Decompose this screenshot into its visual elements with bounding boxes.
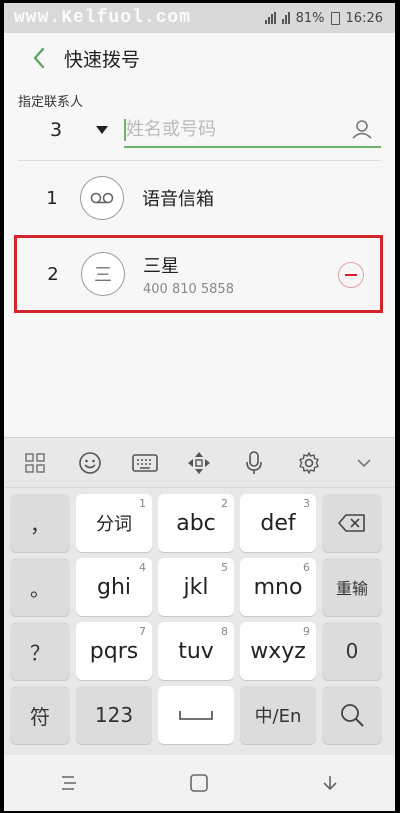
key-8[interactable]: tuv 8 [158, 622, 234, 680]
backspace-key[interactable] [322, 494, 382, 552]
selected-number: 3 [50, 119, 63, 141]
home-icon[interactable] [179, 763, 219, 803]
battery-icon [330, 11, 340, 25]
search-key[interactable] [322, 686, 382, 744]
numbers-key[interactable]: 123 [76, 686, 152, 744]
key-period[interactable]: 。 [10, 558, 70, 616]
key-5[interactable]: jkl 5 [158, 558, 234, 616]
speed-dial-number: 1 [46, 187, 58, 209]
key-9[interactable]: wxyz 9 [240, 622, 316, 680]
speed-dial-item-2[interactable]: 2 三 三星 400 810 5858 [14, 235, 383, 313]
status-icons: 81% 16:26 [264, 10, 383, 26]
key-3[interactable]: def 3 [240, 494, 316, 552]
key-label: 重输 [335, 579, 368, 598]
key-label: ghi [96, 574, 132, 600]
key-label: tuv [178, 638, 214, 664]
navigation-bar [4, 755, 395, 811]
speed-dial-number: 2 [47, 263, 59, 285]
key-label: 分词 [96, 514, 132, 535]
status-bar: www.Kelfuol.com 81% 16:26 [4, 3, 395, 33]
key-0[interactable]: 0 [322, 622, 382, 680]
speed-dial-phone: 400 810 5858 [143, 281, 234, 297]
clock: 16:26 [345, 10, 383, 26]
move-icon[interactable] [179, 443, 219, 483]
key-label: ， [30, 512, 50, 537]
assign-contact-section: 指定联系人 3 [4, 83, 395, 148]
key-digit: 4 [139, 561, 146, 574]
key-2[interactable]: abc 2 [158, 494, 234, 552]
keyboard-toolbar [4, 438, 395, 488]
contact-search-field[interactable] [124, 112, 381, 148]
avatar-letter: 三 [94, 265, 112, 286]
key-digit: 1 [139, 497, 146, 510]
dropdown-caret-icon [96, 126, 108, 134]
key-question[interactable]: ？ [10, 622, 70, 680]
signal-icon [264, 12, 276, 24]
key-label: pqrs [89, 638, 139, 664]
contact-avatar: 三 [81, 252, 125, 296]
chevron-down-icon[interactable] [344, 443, 384, 483]
voicemail-icon [80, 176, 124, 220]
key-label: jkl [183, 574, 209, 600]
symbols-key[interactable]: 符 [10, 686, 70, 744]
back-arrow-icon[interactable] [24, 43, 54, 73]
key-1[interactable]: 分词 1 [76, 494, 152, 552]
key-label: 。 [30, 576, 50, 601]
speed-dial-name: 三星 [143, 255, 179, 277]
contact-search-input[interactable] [124, 118, 324, 140]
key-label: 123 [94, 703, 134, 727]
space-key[interactable] [158, 686, 234, 744]
back-icon[interactable] [310, 763, 350, 803]
remove-speed-dial-button[interactable] [338, 262, 364, 288]
mic-icon[interactable] [234, 443, 274, 483]
emoji-icon[interactable] [70, 443, 110, 483]
reset-key[interactable]: 重输 [322, 558, 382, 616]
key-digit: 2 [221, 497, 228, 510]
page-title: 快速拨号 [64, 48, 141, 71]
speed-dial-text: 三星 400 810 5858 [143, 252, 234, 297]
watermark: www.Kelfuol.com [14, 8, 192, 28]
key-4[interactable]: ghi 4 [76, 558, 152, 616]
recent-apps-icon[interactable] [49, 763, 89, 803]
battery-percent: 81% [295, 10, 325, 26]
key-digit: 6 [303, 561, 310, 574]
key-label: 中/En [254, 706, 302, 727]
phone-screen: www.Kelfuol.com 81% 16:26 快速拨号 指定联系人 3 姓… [4, 3, 395, 811]
minus-icon [345, 274, 357, 276]
text-cursor [124, 119, 126, 141]
key-label: def [260, 510, 296, 536]
key-digit: 3 [303, 497, 310, 510]
key-label: mno [253, 574, 303, 600]
wifi-icon [281, 12, 290, 24]
grid-icon[interactable] [15, 443, 55, 483]
key-label: 0 [345, 639, 359, 663]
keyboard: ， 分词 1 abc 2 def 3 。 ghi 4 jkl 5 mno 6 重输 ？ pq… [4, 437, 395, 755]
speed-dial-name: 语音信箱 [142, 189, 214, 210]
key-digit: 7 [139, 625, 146, 638]
key-label: 符 [30, 704, 50, 729]
keyboard-keys: ， 分词 1 abc 2 def 3 。 ghi 4 jkl 5 mno 6 重输 ？ pq… [4, 490, 395, 744]
language-switch-key[interactable]: 中/En [240, 686, 316, 744]
search-icon [341, 704, 364, 727]
speed-dial-item-1[interactable]: 1 语音信箱 [4, 161, 395, 235]
person-icon[interactable] [351, 118, 373, 144]
speed-dial-text: 语音信箱 [142, 185, 214, 211]
keyboard-icon[interactable] [125, 443, 165, 483]
key-digit: 9 [303, 625, 310, 638]
key-comma[interactable]: ， [10, 494, 70, 552]
app-bar: 快速拨号 [4, 33, 395, 83]
assign-contact-label: 指定联系人 [18, 95, 84, 110]
space-icon [179, 711, 213, 720]
key-label: ？ [30, 640, 50, 665]
key-6[interactable]: mno 6 [240, 558, 316, 616]
key-label: wxyz [250, 638, 306, 664]
key-digit: 8 [221, 625, 228, 638]
backspace-icon [338, 514, 365, 532]
speed-dial-number-select[interactable]: 3 [18, 119, 108, 141]
key-7[interactable]: pqrs 7 [76, 622, 152, 680]
gear-icon[interactable] [289, 443, 329, 483]
assign-row: 3 [18, 112, 381, 148]
key-digit: 5 [221, 561, 228, 574]
key-label: abc [176, 510, 216, 536]
